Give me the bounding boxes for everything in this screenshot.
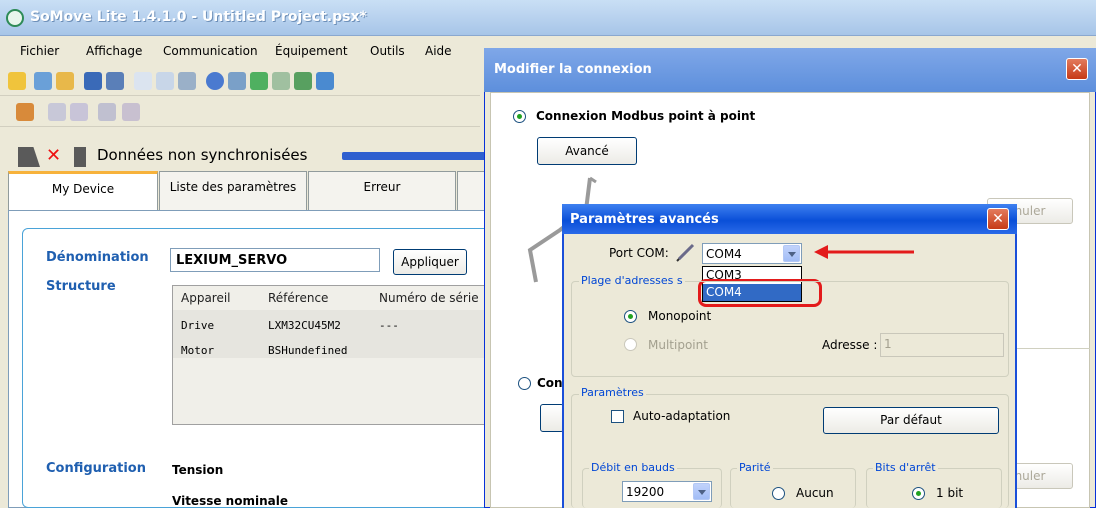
menu-equipement[interactable]: Équipement xyxy=(275,44,348,58)
transfer-back-icon[interactable] xyxy=(122,103,140,121)
address-input[interactable]: 1 xyxy=(880,333,1004,357)
parity-none-label: Aucun xyxy=(796,486,834,500)
menu-outils[interactable]: Outils xyxy=(370,44,405,58)
address-range-label: Plage d'adresses s xyxy=(579,274,685,287)
table-cell: BSHundefined xyxy=(268,344,348,357)
parity-none-radio[interactable] xyxy=(772,487,785,500)
stop-bits-label: Bits d'arrêt xyxy=(873,461,938,474)
home-icon[interactable] xyxy=(8,72,26,90)
modbus-radio[interactable] xyxy=(513,110,526,123)
baud-value: 19200 xyxy=(626,485,665,499)
auto-adaptation-checkbox[interactable] xyxy=(611,410,624,423)
modbus-label: Connexion Modbus point à point xyxy=(536,109,756,123)
tab-strip: My Device Liste des paramètres Erreur xyxy=(0,171,490,213)
main-toolbar xyxy=(0,66,480,96)
sync-progress-bar xyxy=(342,152,490,160)
stop-bits-group xyxy=(866,468,1002,508)
multipoint-radio[interactable] xyxy=(624,338,637,351)
transfer-icon[interactable] xyxy=(98,103,116,121)
connect-icon[interactable] xyxy=(250,72,268,90)
tab-parameters[interactable]: Liste des paramètres xyxy=(159,171,307,211)
app-logo-icon xyxy=(6,9,24,27)
advanced-dialog-title-bar: Paramètres avancés ✕ xyxy=(562,204,1017,234)
device-table: Appareil Référence Numéro de série Drive… xyxy=(172,285,491,425)
port-com-label: Port COM: xyxy=(609,246,669,260)
print-preview-icon[interactable] xyxy=(156,72,174,90)
print-icon[interactable] xyxy=(178,72,196,90)
menu-fichier[interactable]: Fichier xyxy=(20,44,59,58)
new-project-icon[interactable] xyxy=(34,72,52,90)
disconnect-icon[interactable] xyxy=(272,72,290,90)
tab-my-device[interactable]: My Device xyxy=(8,171,158,213)
multipoint-label: Multipoint xyxy=(648,338,708,352)
close-icon[interactable]: ✕ xyxy=(1066,58,1088,80)
parity-group xyxy=(730,468,856,508)
address-range-group xyxy=(571,281,1009,377)
monopoint-radio[interactable] xyxy=(624,310,637,323)
port-com-select[interactable]: COM4 xyxy=(702,243,802,264)
computer-icon xyxy=(18,147,40,167)
vitesse-label: Vitesse nominale xyxy=(172,494,288,508)
main-title-bar: SoMove Lite 1.4.1.0 - Untitled Project.p… xyxy=(0,0,1096,36)
document-icon[interactable] xyxy=(134,72,152,90)
download-icon[interactable] xyxy=(316,72,334,90)
denomination-input[interactable]: LEXIUM_SERVO xyxy=(170,248,380,272)
advanced-dialog-title: Paramètres avancés xyxy=(570,212,719,227)
table-header-serial: Numéro de série xyxy=(379,291,479,305)
tension-label: Tension xyxy=(172,463,224,477)
auto-adaptation-label: Auto-adaptation xyxy=(633,409,731,423)
parameters-label: Paramètres xyxy=(579,386,646,399)
chart-icon[interactable] xyxy=(48,103,66,121)
sync-status-text: Données non synchronisées xyxy=(97,146,308,164)
table-cell: --- xyxy=(379,319,399,332)
table-cell: LXM32CU45M2 xyxy=(268,319,341,332)
baud-select[interactable]: 19200 xyxy=(622,481,712,502)
apply-button[interactable]: Appliquer xyxy=(393,249,467,275)
disconnected-icon: ✕ xyxy=(46,145,62,166)
parity-label: Parité xyxy=(737,461,773,474)
stop-bits-1-label: 1 bit xyxy=(936,486,964,500)
connection-dialog-title: Modifier la connexion xyxy=(494,62,652,77)
open-folder-icon[interactable] xyxy=(56,72,74,90)
configuration-label: Configuration xyxy=(46,461,146,476)
menu-affichage[interactable]: Affichage xyxy=(86,44,142,58)
second-advanced-button[interactable] xyxy=(540,404,564,432)
search-device-icon[interactable] xyxy=(228,72,246,90)
chevron-down-icon[interactable] xyxy=(693,483,710,500)
window-title: SoMove Lite 1.4.1.0 - Untitled Project.p… xyxy=(30,9,367,25)
pencil-icon xyxy=(676,243,695,262)
advanced-button[interactable]: Avancé xyxy=(537,137,637,165)
save-as-icon[interactable] xyxy=(106,72,124,90)
chevron-down-icon[interactable] xyxy=(783,245,800,262)
stop-bits-1-radio[interactable] xyxy=(912,487,925,500)
drive-icon xyxy=(74,147,86,167)
structure-label: Structure xyxy=(46,279,116,294)
address-label: Adresse : xyxy=(822,338,878,352)
second-connection-radio[interactable] xyxy=(518,377,531,390)
menu-communication[interactable]: Communication xyxy=(163,44,258,58)
save-icon[interactable] xyxy=(84,72,102,90)
upload-icon[interactable] xyxy=(294,72,312,90)
menu-aide[interactable]: Aide xyxy=(425,44,452,58)
table-header-appareil: Appareil xyxy=(181,291,231,305)
default-button[interactable]: Par défaut xyxy=(823,407,999,434)
table-cell: Motor xyxy=(181,344,215,357)
second-connection-label: Con xyxy=(537,376,563,390)
close-icon[interactable]: ✕ xyxy=(987,208,1009,230)
denomination-label: Dénomination xyxy=(46,250,149,265)
device-icon[interactable] xyxy=(16,103,34,121)
port-com-value: COM4 xyxy=(706,247,742,261)
secondary-toolbar xyxy=(0,97,480,127)
sync-status-bar: ✕ Données non synchronisées xyxy=(0,135,490,171)
connection-dialog-title-bar: Modifier la connexion ✕ xyxy=(484,48,1096,92)
table-cell: Drive xyxy=(181,319,215,332)
person-icon[interactable] xyxy=(70,103,88,121)
baud-label: Débit en bauds xyxy=(589,461,677,474)
monopoint-label: Monopoint xyxy=(648,309,712,323)
tab-error[interactable]: Erreur xyxy=(308,171,456,211)
table-header-reference: Référence xyxy=(268,291,329,305)
annotation-arrow-icon xyxy=(814,245,914,259)
info-icon[interactable] xyxy=(206,72,224,90)
